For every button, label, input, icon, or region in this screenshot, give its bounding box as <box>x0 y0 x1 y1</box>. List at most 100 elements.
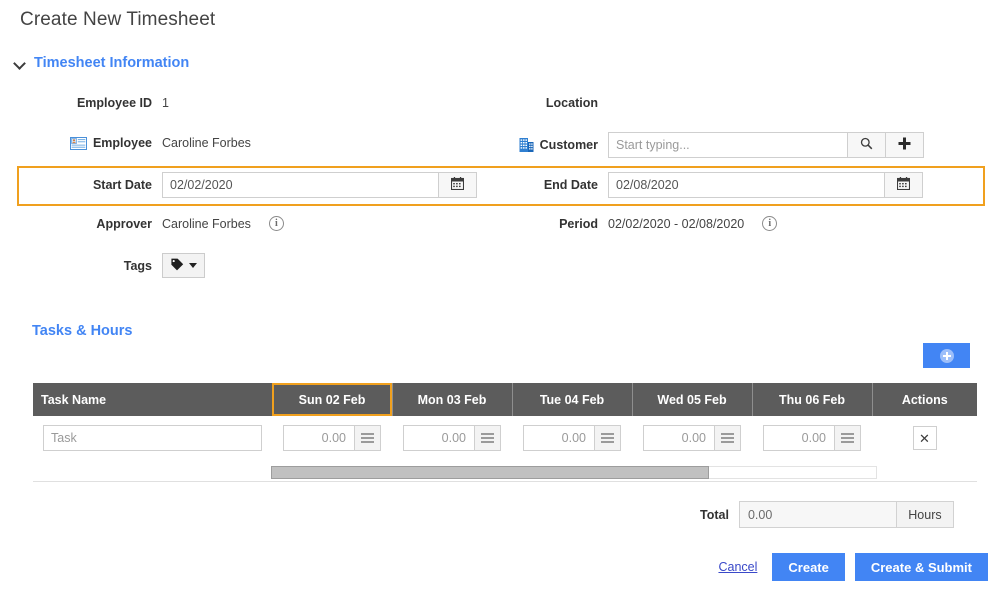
employee-id-value: 1 <box>162 96 169 110</box>
plus-icon <box>898 137 911 153</box>
customer-search-button[interactable] <box>848 132 886 158</box>
cell-task-name <box>33 416 272 460</box>
total-row: Total 0.00 Hours <box>700 501 954 528</box>
cell-hours-sun-02-feb <box>272 416 392 460</box>
start-date-field-group <box>162 172 477 198</box>
approver-value: Caroline Forbes <box>162 216 251 231</box>
row-tags: Tags <box>0 253 205 278</box>
create-and-submit-button[interactable]: Create & Submit <box>854 553 988 581</box>
start-date-label: Start Date <box>92 178 152 192</box>
table-header-row: Task Name Sun 02 Feb Mon 03 Feb Tue 04 F… <box>33 383 977 416</box>
row-end-date: End Date <box>446 172 923 198</box>
delete-row-button[interactable]: ✕ <box>912 426 937 450</box>
customer-field-group <box>608 132 924 158</box>
end-date-calendar-button[interactable] <box>885 172 923 198</box>
end-date-field-group <box>608 172 923 198</box>
hours-input-sun-02-feb[interactable] <box>283 425 355 451</box>
table-horizontal-scrollbar[interactable] <box>33 466 977 480</box>
cancel-button[interactable]: Cancel <box>713 560 762 574</box>
hamburger-icon <box>721 433 734 435</box>
hours-menu-button-wed-05-feb[interactable] <box>715 425 741 451</box>
cell-hours-tue-04-feb <box>512 416 632 460</box>
period-label: Period <box>559 216 598 231</box>
hamburger-icon <box>601 433 614 435</box>
tags-dropdown-button[interactable] <box>162 253 205 278</box>
create-button[interactable]: Create <box>772 553 845 581</box>
period-value: 02/02/2020 - 02/08/2020 <box>608 216 745 231</box>
chevron-down-icon <box>189 263 197 268</box>
end-date-label: End Date <box>543 178 598 192</box>
hours-input-tue-04-feb[interactable] <box>523 425 595 451</box>
total-value: 0.00 <box>738 501 897 528</box>
start-date-input[interactable] <box>162 172 439 198</box>
tag-icon <box>170 258 184 274</box>
hamburger-icon <box>481 433 494 435</box>
row-employee-id: Employee ID 1 <box>0 96 169 110</box>
hamburger-icon <box>601 437 614 439</box>
column-header-task-name[interactable]: Task Name <box>33 383 273 416</box>
period-info-icon[interactable]: i <box>762 216 778 231</box>
row-customer: Customer <box>446 132 924 158</box>
section-header-timesheet-information[interactable]: Timesheet Information <box>15 55 189 71</box>
hours-input-wed-05-feb[interactable] <box>643 425 715 451</box>
task-name-input[interactable] <box>43 425 262 451</box>
employee-label: Employee <box>92 136 152 150</box>
customer-label: Customer <box>539 138 598 152</box>
hamburger-icon <box>361 437 374 439</box>
row-location: Location <box>446 96 608 110</box>
hamburger-icon <box>721 437 734 439</box>
building-icon <box>519 137 534 153</box>
hours-input-thu-06-feb[interactable] <box>763 425 835 451</box>
id-card-icon <box>69 136 87 150</box>
search-icon <box>860 137 873 153</box>
hamburger-icon <box>601 441 614 443</box>
customer-add-button[interactable] <box>886 132 924 158</box>
chevron-down-icon <box>15 58 26 69</box>
column-header-mon-03-feb[interactable]: Mon 03 Feb <box>392 383 513 416</box>
cell-hours-thu-06-feb <box>752 416 872 460</box>
footer-actions: Cancel Create Create & Submit <box>713 553 988 581</box>
hamburger-icon <box>841 441 854 443</box>
add-row-button[interactable] <box>923 343 970 368</box>
table-bottom-divider <box>33 481 977 482</box>
total-field-group: 0.00 Hours <box>738 501 954 528</box>
tasks-table: Task Name Sun 02 Feb Mon 03 Feb Tue 04 F… <box>33 383 977 460</box>
column-header-sun-02-feb[interactable]: Sun 02 Feb <box>272 383 393 416</box>
hamburger-icon <box>361 433 374 435</box>
employee-id-label: Employee ID <box>76 96 152 110</box>
hamburger-icon <box>361 441 374 443</box>
hamburger-icon <box>841 433 854 435</box>
column-header-wed-05-feb[interactable]: Wed 05 Feb <box>632 383 753 416</box>
customer-input[interactable] <box>608 132 848 158</box>
cell-hours-wed-05-feb <box>632 416 752 460</box>
total-unit-label: Hours <box>896 501 954 528</box>
column-header-thu-06-feb[interactable]: Thu 06 Feb <box>752 383 873 416</box>
row-approver: Approver Caroline Forbes i <box>0 216 284 231</box>
tags-label: Tags <box>123 258 152 273</box>
cell-hours-mon-03-feb <box>392 416 512 460</box>
tasks-table-header: Task Name Sun 02 Feb Mon 03 Feb Tue 04 F… <box>33 383 977 416</box>
row-employee: Employee Caroline Forbes <box>0 136 251 150</box>
column-header-tue-04-feb[interactable]: Tue 04 Feb <box>512 383 633 416</box>
tasks-table-container: Task Name Sun 02 Feb Mon 03 Feb Tue 04 F… <box>33 383 977 460</box>
hours-menu-button-thu-06-feb[interactable] <box>835 425 861 451</box>
hours-menu-button-tue-04-feb[interactable] <box>595 425 621 451</box>
hours-menu-button-mon-03-feb[interactable] <box>475 425 501 451</box>
total-label: Total <box>700 507 729 522</box>
employee-value: Caroline Forbes <box>162 136 251 150</box>
hamburger-icon <box>721 441 734 443</box>
hours-menu-button-sun-02-feb[interactable] <box>355 425 381 451</box>
end-date-input[interactable] <box>608 172 885 198</box>
scrollbar-thumb[interactable] <box>271 466 709 479</box>
approver-info-icon[interactable]: i <box>268 216 284 231</box>
section-title-timesheet-information: Timesheet Information <box>34 55 190 71</box>
tasks-table-body: ✕ <box>33 416 977 460</box>
location-label: Location <box>545 96 598 110</box>
cell-actions: ✕ <box>872 416 977 460</box>
hours-input-mon-03-feb[interactable] <box>403 425 475 451</box>
hamburger-icon <box>481 437 494 439</box>
hamburger-icon <box>481 441 494 443</box>
plus-circle-icon <box>939 348 954 363</box>
row-start-date: Start Date <box>0 172 477 198</box>
page-title: Create New Timesheet <box>20 9 216 30</box>
